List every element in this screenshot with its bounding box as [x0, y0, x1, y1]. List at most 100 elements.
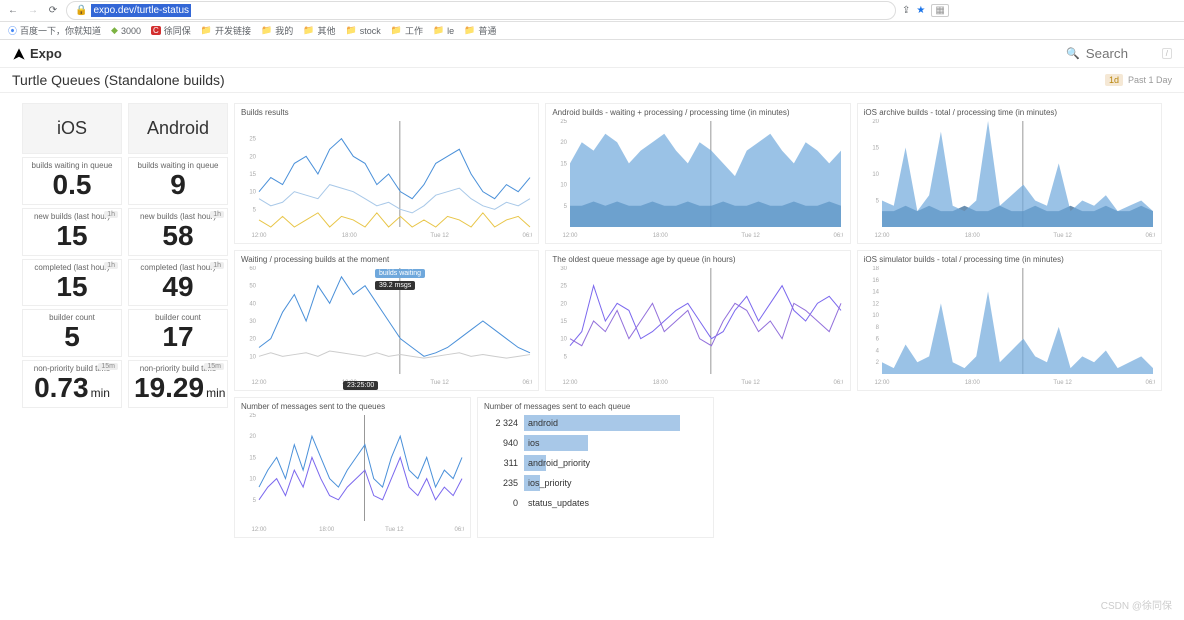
metric-card: new builds (last hour)1h58 — [128, 208, 228, 256]
lock-icon: 🔒 — [75, 5, 87, 16]
keyboard-shortcut-icon: / — [1162, 48, 1172, 59]
svg-text:06:00: 06:00 — [522, 233, 532, 239]
svg-text:5: 5 — [253, 498, 257, 504]
svg-text:4: 4 — [875, 348, 879, 354]
svg-text:06:00: 06:00 — [522, 380, 532, 386]
share-icon[interactable]: ⇪ — [902, 5, 910, 16]
svg-text:25: 25 — [561, 284, 568, 290]
svg-text:2: 2 — [875, 360, 879, 366]
star-icon[interactable]: ★ — [916, 5, 925, 16]
forward-button[interactable]: → — [26, 4, 40, 18]
svg-text:06:00: 06:00 — [834, 380, 844, 386]
bookmark-item[interactable]: 📁开发链接 — [201, 24, 251, 37]
svg-text:10: 10 — [249, 477, 256, 483]
svg-text:30: 30 — [561, 266, 568, 272]
svg-text:12:00: 12:00 — [874, 233, 890, 239]
search-box[interactable]: 🔍 / — [1066, 46, 1172, 61]
bookmark-item[interactable]: C徐同保 — [151, 24, 191, 37]
chart-ios-archive: iOS archive builds - total / processing … — [857, 103, 1162, 244]
svg-text:Tue 12: Tue 12 — [742, 380, 761, 386]
svg-text:Tue 12: Tue 12 — [1053, 380, 1072, 386]
chart-messages-sent: Number of messages sent to the queues 51… — [234, 397, 471, 538]
svg-text:12:00: 12:00 — [251, 527, 267, 533]
svg-text:Tue 12: Tue 12 — [742, 233, 761, 239]
svg-text:06:00: 06:00 — [834, 233, 844, 239]
bookmark-item[interactable]: 📁我的 — [261, 24, 293, 37]
svg-text:06:00: 06:00 — [454, 527, 464, 533]
svg-text:40: 40 — [249, 301, 256, 307]
svg-text:20: 20 — [561, 301, 568, 307]
svg-text:18:00: 18:00 — [653, 380, 669, 386]
ios-metrics: iOS builds waiting in queue0.5new builds… — [22, 103, 122, 538]
metric-card: builds waiting in queue0.5 — [22, 157, 122, 205]
svg-text:25: 25 — [249, 413, 256, 419]
queue-bar-row: 2 324android — [484, 413, 707, 433]
svg-text:20: 20 — [561, 140, 568, 146]
search-icon: 🔍 — [1066, 47, 1080, 60]
queue-bars: 2 324android940ios311android_priority235… — [484, 413, 707, 513]
bookmark-item[interactable]: 📁stock — [345, 25, 380, 36]
svg-text:60: 60 — [249, 266, 256, 272]
svg-text:10: 10 — [249, 354, 256, 360]
queue-bar-row: 311android_priority — [484, 453, 707, 473]
svg-text:12:00: 12:00 — [563, 233, 579, 239]
subheader: Turtle Queues (Standalone builds) 1d Pas… — [0, 68, 1184, 93]
watermark: CSDN @徐同保 — [1101, 597, 1172, 612]
svg-text:25: 25 — [249, 137, 256, 143]
svg-text:18:00: 18:00 — [964, 380, 980, 386]
svg-text:20: 20 — [872, 119, 879, 125]
svg-text:10: 10 — [249, 190, 256, 196]
svg-text:50: 50 — [249, 284, 256, 290]
svg-text:12:00: 12:00 — [251, 233, 267, 239]
svg-text:15: 15 — [249, 455, 256, 461]
svg-text:15: 15 — [561, 161, 568, 167]
chart-ios-simulator: iOS simulator builds - total / processin… — [857, 250, 1162, 391]
svg-text:18:00: 18:00 — [653, 233, 669, 239]
svg-text:16: 16 — [872, 278, 879, 284]
back-button[interactable]: ← — [6, 4, 20, 18]
chart-waiting-processing: Waiting / processing builds at the momen… — [234, 250, 539, 391]
svg-text:5: 5 — [253, 207, 257, 213]
android-metrics: Android builds waiting in queue9new buil… — [128, 103, 228, 538]
tooltip-label: builds waiting — [375, 269, 425, 278]
svg-text:06:00: 06:00 — [1145, 233, 1155, 239]
svg-text:12:00: 12:00 — [563, 380, 579, 386]
svg-text:12:00: 12:00 — [874, 380, 890, 386]
bookmark-item[interactable]: ◆3000 — [111, 25, 141, 36]
svg-text:18:00: 18:00 — [342, 233, 358, 239]
dashboard: iOS builds waiting in queue0.5new builds… — [0, 93, 1184, 548]
bookmark-item[interactable]: 📁普通 — [464, 24, 496, 37]
search-input[interactable] — [1086, 46, 1156, 61]
chart-android-builds: Android builds - waiting + processing / … — [545, 103, 850, 244]
bookmark-item[interactable]: 📁其他 — [303, 24, 335, 37]
bookmark-item[interactable]: ⦿百度一下，你就知道 — [8, 24, 101, 37]
time-label: Past 1 Day — [1128, 75, 1172, 85]
logo[interactable]: Expo — [12, 46, 62, 61]
metric-card: builds waiting in queue9 — [128, 157, 228, 205]
svg-text:14: 14 — [872, 290, 879, 296]
queue-bar-row: 940ios — [484, 433, 707, 453]
bookmarks-bar: ⦿百度一下，你就知道 ◆3000 C徐同保 📁开发链接 📁我的 📁其他 📁sto… — [0, 22, 1184, 40]
queue-bar-row: 235ios_priority — [484, 473, 707, 493]
svg-text:15: 15 — [872, 146, 879, 152]
bookmark-item[interactable]: 📁工作 — [391, 24, 423, 37]
svg-text:10: 10 — [561, 337, 568, 343]
page-title: Turtle Queues (Standalone builds) — [12, 72, 225, 88]
svg-text:10: 10 — [561, 183, 568, 189]
svg-text:Tue 12: Tue 12 — [385, 527, 404, 533]
reload-button[interactable]: ⟳ — [46, 4, 60, 18]
metric-card: new builds (last hour)1h15 — [22, 208, 122, 256]
charts-column: Builds results 51015202512:0018:00Tue 12… — [234, 103, 1162, 538]
svg-text:12: 12 — [872, 301, 879, 307]
metric-card: non-priority build time15m19.29min — [128, 360, 228, 408]
extension-icon[interactable]: ▦ — [931, 4, 948, 17]
chart-messages-per-queue: Number of messages sent to each queue 2 … — [477, 397, 714, 538]
time-selector[interactable]: 1d Past 1 Day — [1105, 74, 1172, 86]
time-active[interactable]: 1d — [1105, 74, 1123, 86]
bookmark-item[interactable]: 📁le — [433, 25, 454, 36]
url-bar[interactable]: 🔒 expo.dev/turtle-status — [66, 1, 896, 20]
metrics-column: iOS builds waiting in queue0.5new builds… — [22, 103, 228, 538]
svg-text:5: 5 — [564, 354, 568, 360]
metric-card: builder count17 — [128, 309, 228, 357]
svg-text:25: 25 — [561, 119, 568, 125]
